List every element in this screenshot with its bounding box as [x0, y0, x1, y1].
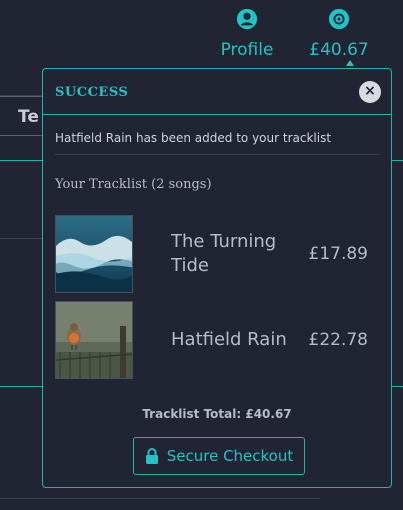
track-price: £22.78 — [308, 330, 368, 350]
background-tab-label: Te — [18, 107, 39, 127]
lock-icon — [145, 448, 158, 464]
secure-checkout-label: Secure Checkout — [166, 447, 294, 465]
background-accent-line — [392, 160, 403, 161]
background-divider — [0, 95, 42, 96]
background-tab[interactable]: Te — [0, 96, 48, 136]
message-divider — [55, 154, 380, 155]
list-item: Hatfield Rain £22.78 — [55, 301, 380, 379]
track-name: Hatfield Rain — [171, 329, 287, 350]
nav-cart-total: £40.67 — [309, 40, 369, 60]
robin-artwork — [55, 301, 133, 379]
cart-popup: SUCCESS × Hatfield Rain has been added t… — [42, 68, 392, 488]
nav-cart[interactable]: £40.67 — [306, 8, 372, 60]
tracklist-title: Your Tracklist (2 songs) — [55, 177, 212, 192]
list-item: The Turning Tide £17.89 — [55, 215, 380, 293]
disc-icon — [328, 8, 350, 30]
track-name: The Turning Tide — [171, 231, 277, 276]
background-divider — [0, 498, 320, 499]
popup-caret — [346, 60, 354, 66]
user-circle-icon — [236, 8, 258, 30]
close-button[interactable]: × — [359, 81, 381, 103]
background-accent-line — [392, 386, 403, 387]
page: Te Profile £40.67 SUCCESS × Hatfield Rai… — [0, 0, 403, 510]
track-price: £17.89 — [308, 244, 368, 264]
success-message: Hatfield Rain has been added to your tra… — [55, 131, 332, 145]
close-icon: × — [364, 83, 376, 99]
background-accent-line — [0, 160, 42, 161]
popup-header: SUCCESS × — [43, 69, 391, 115]
nav-profile-label: Profile — [220, 40, 274, 60]
background-accent-line — [0, 386, 42, 387]
popup-title: SUCCESS — [55, 85, 129, 100]
background-divider — [0, 238, 42, 239]
secure-checkout-button[interactable]: Secure Checkout — [133, 437, 305, 475]
nav-profile[interactable]: Profile — [214, 8, 280, 60]
tracklist-total: Tracklist Total: £40.67 — [142, 407, 292, 421]
wave-artwork — [55, 215, 133, 293]
